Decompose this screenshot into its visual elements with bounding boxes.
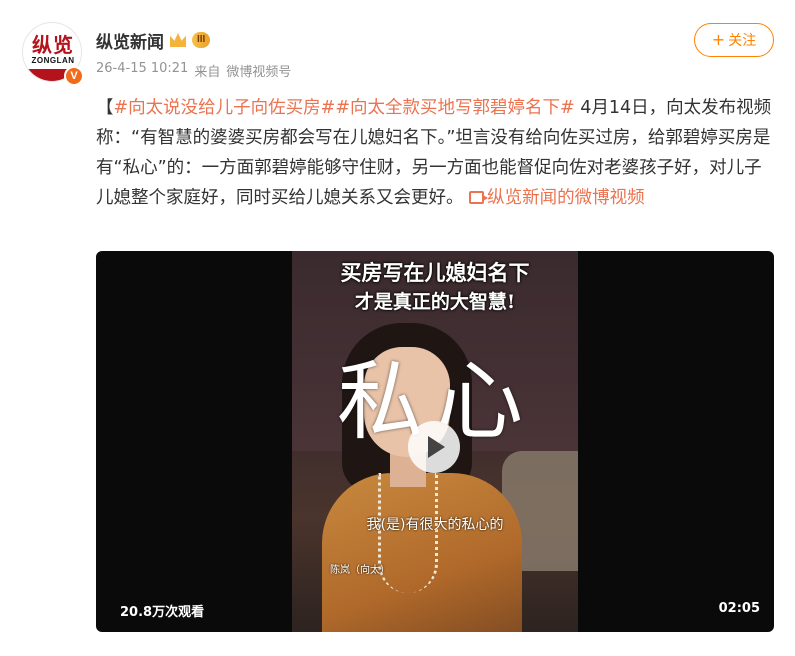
post-text: 【#向太说没给儿子向佐买房##向太全款买地写郭碧婷名下# 4月14日，向太发布视… xyxy=(96,93,776,213)
play-icon[interactable] xyxy=(408,421,460,473)
crown-icon xyxy=(170,33,186,47)
avatar-logo-subtext: ZONGLAN xyxy=(31,56,75,65)
verified-badge-icon: V xyxy=(64,66,84,86)
view-count: 20.8万次观看 xyxy=(120,605,205,620)
level-badge[interactable]: III xyxy=(192,32,211,48)
account-name-row: 纵览新闻 III xyxy=(96,28,211,53)
video-link[interactable]: 纵览新闻的微博视频 xyxy=(469,188,645,208)
account-name[interactable]: 纵览新闻 xyxy=(96,28,164,53)
video-headline-line1: 买房写在儿媳妇名下 xyxy=(340,260,530,285)
video-headline-line2: 才是真正的大智慧! xyxy=(354,291,516,313)
follow-label: 关注 xyxy=(728,33,757,49)
bracket-open: 【 xyxy=(96,98,114,118)
source-prefix: 来自 xyxy=(194,65,221,80)
video-link-text: 纵览新闻的微博视频 xyxy=(487,188,645,208)
weibo-post-card: 纵览 ZONGLAN V 纵览新闻 III 26-4-15 10:21 来自 微… xyxy=(0,0,795,656)
hashtag-2[interactable]: #向太全款买地写郭碧婷名下# xyxy=(335,98,574,118)
speaker-caption: 陈岚（向太） xyxy=(330,565,390,576)
video-link-icon xyxy=(469,191,489,204)
follow-button[interactable]: + 关注 xyxy=(694,23,774,57)
hashtag-1[interactable]: #向太说没给儿子向佐买房# xyxy=(114,98,336,118)
avatar-logo-text: 纵览 xyxy=(32,33,74,57)
post-source[interactable]: 微博视频号 xyxy=(226,61,291,80)
post-timestamp[interactable]: 26-4-15 10:21 xyxy=(96,61,188,80)
plus-icon: + xyxy=(711,30,726,49)
video-player[interactable]: 买房写在儿媳妇名下 才是真正的大智慧! 私心 我(是)有很大的私心的 陈岚（向太… xyxy=(96,251,774,632)
video-subtitle: 我(是)有很大的私心的 xyxy=(366,517,504,533)
post-meta: 26-4-15 10:21 来自 微博视频号 xyxy=(96,61,291,80)
video-duration: 02:05 xyxy=(718,601,760,616)
